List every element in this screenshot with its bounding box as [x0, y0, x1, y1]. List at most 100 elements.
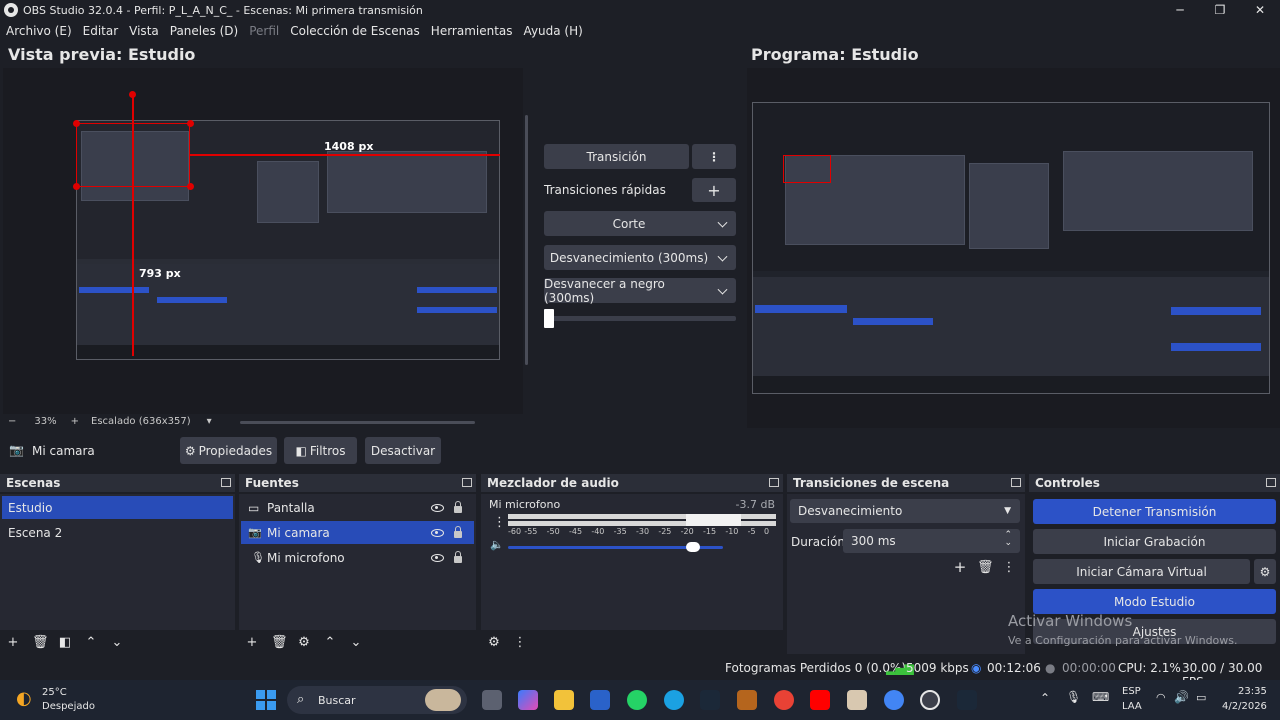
resize-handle-tr[interactable] [187, 120, 194, 127]
quick-transition-fade[interactable]: Desvanecimiento (300ms) [544, 245, 736, 270]
quick-transition-fade-black[interactable]: Desvanecer a negro (300ms) [544, 277, 736, 305]
clock-date[interactable]: 4/2/2026 [1222, 701, 1267, 712]
move-down-icon[interactable]: ⌄ [349, 635, 363, 650]
microphone-tray-icon[interactable]: 🎙 [1066, 690, 1081, 704]
preview-vertical-scrollbar[interactable] [525, 115, 528, 365]
lock-icon[interactable] [454, 550, 462, 563]
stop-streaming-button[interactable]: Detener Transmisión [1033, 499, 1276, 524]
language-code[interactable]: ESP [1122, 686, 1141, 697]
visibility-eye-icon[interactable] [431, 528, 444, 537]
remove-transition-icon[interactable]: 🗑 [977, 560, 994, 575]
youtube-icon[interactable] [810, 690, 830, 710]
add-scene-icon[interactable]: + [6, 635, 20, 650]
quick-transition-corte[interactable]: Corte [544, 211, 736, 236]
move-down-icon[interactable]: ⌄ [110, 635, 124, 650]
resize-handle-tl[interactable] [73, 120, 80, 127]
weather-icon[interactable]: ◐ [16, 688, 32, 709]
float-dock-icon[interactable] [221, 478, 231, 487]
menu-herramientas[interactable]: Herramientas [431, 24, 513, 38]
file-explorer-icon[interactable] [554, 690, 574, 710]
float-dock-icon[interactable] [769, 478, 779, 487]
add-transition-icon[interactable]: + [953, 558, 967, 576]
scene-item-estudio[interactable]: Estudio [2, 496, 233, 519]
resize-handle-br[interactable] [187, 183, 194, 190]
lock-icon[interactable] [454, 525, 462, 538]
filters-button[interactable]: ◧ Filtros [284, 437, 357, 464]
deactivate-button[interactable]: Desactivar [365, 437, 441, 464]
properties-button[interactable]: ⚙ Propiedades [180, 437, 277, 464]
add-quick-transition-button[interactable]: + [692, 178, 736, 202]
chrome-icon[interactable] [774, 690, 794, 710]
volume-icon[interactable]: 🔊 [1174, 690, 1189, 704]
transition-menu-icon[interactable]: ⋮ [1002, 560, 1016, 575]
move-up-icon[interactable]: ⌃ [84, 635, 98, 650]
minimize-button[interactable]: ─ [1160, 0, 1200, 20]
menu-ayuda[interactable]: Ayuda (H) [524, 24, 583, 38]
store-icon[interactable] [590, 690, 610, 710]
steam-taskbar-icon[interactable] [957, 690, 977, 710]
menu-paneles[interactable]: Paneles (D) [170, 24, 238, 38]
taskbar-search-box[interactable]: ⌕ Buscar [287, 686, 467, 714]
wifi-icon[interactable]: ◠ [1156, 691, 1166, 704]
float-dock-icon[interactable] [1266, 478, 1276, 487]
game-icon[interactable] [737, 690, 757, 710]
start-recording-button[interactable]: Iniciar Grabación [1033, 529, 1276, 554]
move-up-icon[interactable]: ⌃ [323, 635, 337, 650]
maximize-button[interactable]: ❐ [1200, 0, 1240, 20]
source-item-mi-camara[interactable]: 📷 Mi camara [241, 521, 474, 544]
float-dock-icon[interactable] [462, 478, 472, 487]
scene-filters-icon[interactable]: ◧ [58, 635, 72, 650]
edge-icon[interactable] [664, 690, 684, 710]
menu-vista[interactable]: Vista [129, 24, 159, 38]
advanced-audio-gear-icon[interactable]: ⚙ [487, 635, 501, 650]
t-bar-handle[interactable] [544, 309, 554, 328]
preview-canvas[interactable]: 1408 px 793 px [3, 68, 523, 414]
chrome-profile-icon[interactable] [884, 690, 904, 710]
rotate-handle[interactable] [129, 91, 136, 98]
scene-item-escena-2[interactable]: Escena 2 [2, 521, 233, 544]
windows-start-icon[interactable] [256, 690, 276, 710]
studio-mode-button[interactable]: Modo Estudio [1033, 589, 1276, 614]
preview-horizontal-scrollbar[interactable] [240, 421, 475, 424]
task-view-icon[interactable] [482, 690, 502, 710]
zoom-in-button[interactable]: + [71, 416, 79, 427]
copilot-icon[interactable] [518, 690, 538, 710]
keyboard-layout[interactable]: LAA [1122, 701, 1142, 712]
menu-archivo[interactable]: Archivo (E) [6, 24, 72, 38]
start-virtual-camera-button[interactable]: Iniciar Cámara Virtual [1033, 559, 1250, 584]
source-item-mi-microfono[interactable]: 🎙 Mi microfono [241, 546, 474, 569]
scale-dropdown-icon[interactable]: ▾ [207, 416, 212, 427]
volume-fader-handle[interactable] [685, 542, 700, 552]
visibility-eye-icon[interactable] [431, 503, 444, 512]
whatsapp-icon[interactable] [627, 690, 647, 710]
channel-menu-icon[interactable]: ⋮ [493, 515, 506, 530]
zoom-out-button[interactable]: − [8, 416, 16, 427]
mixer-menu-icon[interactable]: ⋮ [513, 635, 527, 650]
keyboard-icon[interactable]: ⌨ [1092, 690, 1109, 704]
transition-type-select[interactable]: Desvanecimiento ▼ [790, 499, 1020, 523]
transition-menu-button[interactable]: ⋮ [692, 144, 736, 169]
battery-icon[interactable]: ▭ [1196, 691, 1206, 704]
menu-editar[interactable]: Editar [83, 24, 119, 38]
t-bar-slider[interactable] [544, 316, 736, 321]
resize-handle-bl[interactable] [73, 183, 80, 190]
source-properties-gear-icon[interactable]: ⚙ [297, 635, 311, 650]
chevron-up-icon[interactable]: ⌃ [1040, 691, 1050, 705]
obs-taskbar-icon[interactable] [920, 690, 940, 710]
remove-scene-icon[interactable]: 🗑 [32, 635, 49, 650]
clock-time[interactable]: 23:35 [1238, 686, 1267, 697]
duration-spinbox[interactable]: 300 ms ⌃ ⌄ [843, 529, 1020, 553]
spin-down-icon[interactable]: ⌄ [1004, 538, 1012, 548]
close-button[interactable]: ✕ [1240, 0, 1280, 20]
virtual-camera-settings-button[interactable]: ⚙ [1254, 559, 1276, 584]
speaker-icon[interactable]: 🔈 [490, 538, 504, 551]
lock-icon[interactable] [454, 500, 462, 513]
app-icon[interactable] [847, 690, 867, 710]
steam-icon[interactable] [700, 690, 720, 710]
add-source-icon[interactable]: + [245, 635, 259, 650]
transition-button[interactable]: Transición [544, 144, 689, 169]
float-dock-icon[interactable] [1011, 478, 1021, 487]
source-item-pantalla[interactable]: ▭ Pantalla [241, 496, 474, 519]
remove-source-icon[interactable]: 🗑 [271, 635, 288, 650]
menu-perfil[interactable]: Perfil [249, 24, 279, 38]
